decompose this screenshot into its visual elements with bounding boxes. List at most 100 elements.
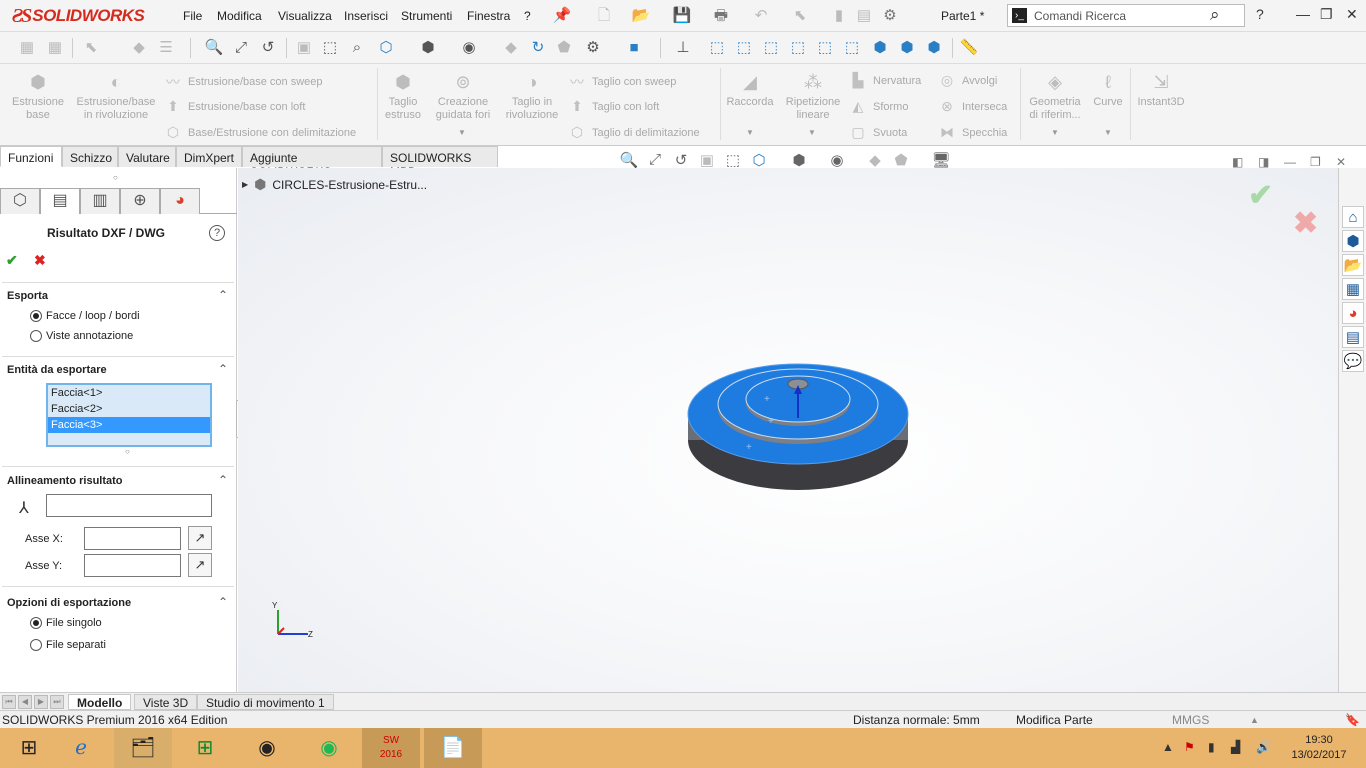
previous-view-icon[interactable]: ↺ — [670, 151, 692, 169]
design-library-icon[interactable]: ⬢ — [1342, 230, 1364, 252]
list-resize-handle[interactable]: ○ — [125, 447, 130, 456]
dimetric-view-icon[interactable]: ⬢ — [923, 37, 945, 59]
face-item-1[interactable]: Faccia<1> — [48, 385, 210, 401]
axis-y-input[interactable] — [84, 554, 181, 577]
reverse-direction-y-icon[interactable]: ↗ — [188, 553, 212, 577]
tab-studio-movimento[interactable]: Studio di movimento 1 — [197, 694, 334, 710]
dynamic-annotation-icon[interactable]: ⬚ — [319, 37, 341, 59]
cancel-x-button[interactable]: ✖ — [34, 252, 46, 269]
section-view-icon[interactable]: ▣ — [696, 151, 718, 169]
front-view-icon[interactable]: ⬚ — [706, 37, 728, 59]
normal-to-icon[interactable]: ⊥ — [672, 37, 694, 59]
tab-viste-3d[interactable]: Viste 3D — [134, 694, 198, 710]
appearance-icon[interactable]: ◆ — [128, 37, 150, 59]
search-icon[interactable]: ⌕ — [1210, 5, 1220, 25]
menu-inserisci[interactable]: Inserisci — [344, 9, 388, 23]
viewport-restore-icon[interactable]: ❐ — [1310, 155, 1321, 169]
menu-help[interactable]: ? — [524, 9, 531, 23]
spotify-icon[interactable]: ◉ — [300, 728, 358, 768]
new-document-icon[interactable]: 🗋 — [593, 6, 615, 26]
rebuild-icon[interactable]: ▮ — [828, 6, 850, 26]
document-viewer-icon[interactable]: 📄 — [424, 728, 482, 768]
system-clock[interactable]: 19:30 13/02/2017 — [1284, 733, 1354, 763]
zoom-to-fit-icon[interactable]: 🔍 — [618, 151, 640, 169]
instant3d-button[interactable]: ⇲ Instant3D — [1134, 72, 1188, 109]
geometria-dropdown-arrow[interactable]: ▼ — [1051, 128, 1059, 137]
help-icon[interactable]: ? — [1256, 6, 1264, 22]
taglio-delimitazione-button[interactable]: ⬡ Taglio di delimitazione — [568, 124, 700, 141]
viewport-close-icon[interactable]: ✕ — [1336, 155, 1346, 169]
home-icon[interactable]: ⌂ — [1342, 206, 1364, 228]
battery-icon[interactable]: ▮ — [1208, 740, 1215, 754]
view-orientation-icon[interactable]: ⌕ — [346, 37, 368, 59]
minimize-button[interactable]: — — [1296, 6, 1310, 22]
start-windows-icon[interactable]: ⊞ — [0, 728, 58, 768]
tab-funzioni[interactable]: Funzioni — [0, 146, 62, 167]
tab-mbd[interactable]: SOLIDWORKS MBD — [382, 146, 498, 179]
nervatura-button[interactable]: ▙ Nervatura — [849, 72, 922, 89]
cursor-icon[interactable]: ⬉ — [80, 37, 102, 59]
display-manager-tab-icon[interactable]: ◕ — [160, 188, 200, 214]
left-view-icon[interactable]: ⬚ — [760, 37, 782, 59]
close-window-button[interactable]: ✕ — [1346, 6, 1358, 23]
edit-appearance-icon[interactable]: ◆ — [864, 151, 886, 169]
face-item-3[interactable]: Faccia<3> — [48, 417, 210, 433]
taglio-sweep-button[interactable]: 〰 Taglio con sweep — [568, 72, 676, 92]
estrusione-delimitazione-button[interactable]: ⬡ Base/Estrusione con delimitazione — [164, 124, 356, 141]
origin-input[interactable] — [46, 494, 212, 517]
reverse-direction-x-icon[interactable]: ↗ — [188, 526, 212, 550]
3d-view-icon[interactable]: ■ — [623, 37, 645, 59]
rebuild-status-icon[interactable]: 🔖 — [1345, 713, 1360, 727]
units-selector[interactable]: MMGS — [1172, 713, 1209, 727]
avvolgi-button[interactable]: ◎ Avvolgi — [938, 72, 997, 89]
open-icon[interactable]: 📂 — [630, 6, 652, 26]
viewport-minimize-icon[interactable]: — — [1284, 155, 1296, 169]
apply-scene-icon[interactable]: ⬟ — [890, 151, 912, 169]
list-icon[interactable]: ☰ — [155, 37, 177, 59]
3d-sketch-icon[interactable]: ▦ — [44, 37, 66, 59]
taglio-rivoluzione-button[interactable]: ◑ Taglio in rivoluzione — [500, 72, 564, 122]
trimetric-view-icon[interactable]: ⬢ — [896, 37, 918, 59]
ripetizione-lineare-button[interactable]: ⁂ Ripetizione lineare — [780, 72, 846, 122]
rotate-icon[interactable]: ↻ — [527, 37, 549, 59]
interseca-button[interactable]: ⊗ Interseca — [938, 98, 1007, 115]
curve-button[interactable]: ℓ Curve — [1090, 72, 1126, 109]
dynamic-annotation-icon[interactable]: ⬚ — [722, 151, 744, 169]
solidworks-taskbar-icon[interactable]: SW 2016 — [362, 728, 420, 768]
zoom-to-area-icon[interactable]: ⤢ — [644, 151, 666, 168]
sformo-button[interactable]: ◭ Sformo — [849, 98, 909, 115]
file-explorer-taskbar-icon[interactable]: 🗂 — [114, 728, 172, 768]
dimxpert-manager-tab-icon[interactable]: ⊕ — [120, 188, 160, 214]
view-palette-icon[interactable]: ▦ — [1342, 278, 1364, 300]
appearances-icon[interactable]: ◕ — [1342, 302, 1364, 324]
top-view-icon[interactable]: ⬚ — [814, 37, 836, 59]
collapse-chevron-icon[interactable]: ⌃ — [218, 362, 228, 376]
hide-show-items-icon[interactable]: ◉ — [826, 151, 848, 169]
prev-tab-nav-icon[interactable]: ◀ — [18, 695, 32, 709]
section-view-icon[interactable]: ▣ — [293, 37, 315, 59]
zoom-area-icon[interactable]: ⤢ — [230, 37, 252, 59]
menu-finestra[interactable]: Finestra — [467, 9, 510, 23]
menu-visualizza[interactable]: Visualizza — [278, 9, 332, 23]
realview-icon[interactable]: ⬟ — [553, 37, 575, 59]
last-tab-nav-icon[interactable]: ⏭ — [50, 695, 64, 709]
radio-file-singolo[interactable]: File singolo — [30, 617, 102, 629]
hide-show-icon[interactable]: ⬢ — [417, 37, 439, 59]
svuota-button[interactable]: ▢ Svuota — [849, 124, 907, 141]
taglio-loft-button[interactable]: ⬆ Taglio con loft — [568, 98, 659, 115]
estrusione-sweep-button[interactable]: 〰 Estrusione/base con sweep — [164, 72, 323, 92]
isometric-view-icon[interactable]: ⬢ — [869, 37, 891, 59]
options-gear-icon[interactable]: ⚙ — [879, 6, 901, 26]
undo-icon[interactable]: ↶ — [750, 6, 772, 26]
sketch-icon[interactable]: ▦ — [16, 37, 38, 59]
windows-store-icon[interactable]: ⊞ — [176, 728, 234, 768]
tab-aggiunte[interactable]: Aggiunte SOLIDWORKS — [242, 146, 382, 179]
geometria-riferimento-button[interactable]: ◈ Geometria di riferim... — [1024, 72, 1086, 122]
view-settings-icon[interactable]: ⚙ — [582, 37, 604, 59]
graphics-area[interactable]: 🔍 ⤢ ↺ ▣ ⬚ ⬡ ⬢ ◉ ◆ ⬟ 🖥 ◧ ◨ — ❐ ✕ ▶ ⬢ CIRC… — [238, 151, 1346, 692]
tray-expand-icon[interactable]: ▲ — [1162, 740, 1174, 754]
tab-modello[interactable]: Modello — [68, 694, 132, 710]
chrome-icon[interactable]: ◉ — [238, 728, 296, 768]
menu-modifica[interactable]: Modifica — [217, 9, 262, 23]
units-arrow-icon[interactable]: ▲ — [1250, 715, 1259, 725]
